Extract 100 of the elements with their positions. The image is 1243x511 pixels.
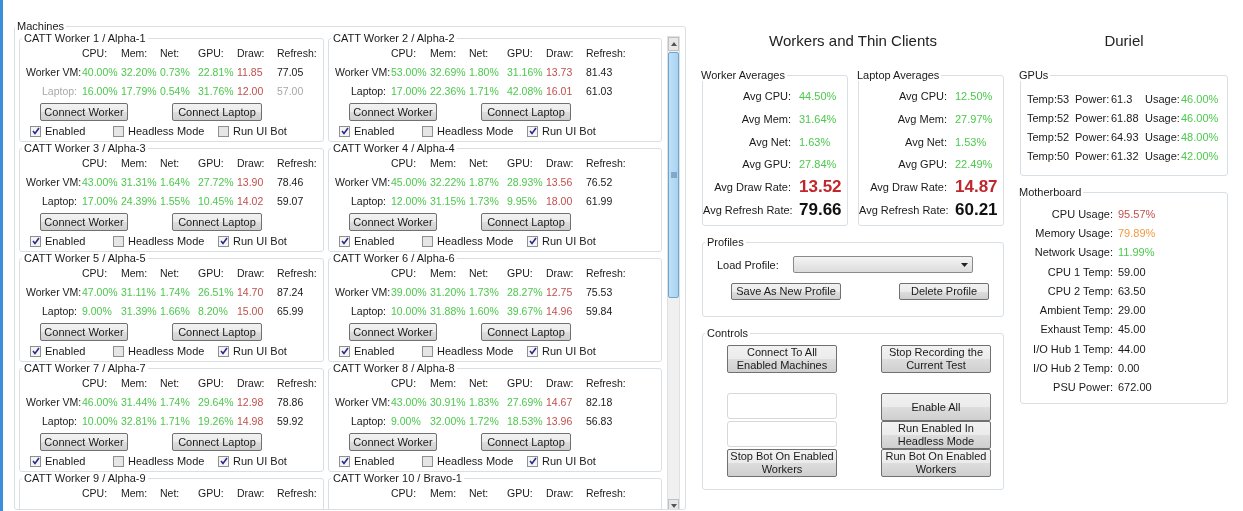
checkbox-square[interactable] xyxy=(113,455,124,467)
checkbox-square[interactable] xyxy=(30,345,41,357)
stat-value: 10.45% xyxy=(198,194,235,209)
connect-button[interactable]: Connect Worker xyxy=(40,323,128,341)
column-header: Mem: xyxy=(121,46,149,61)
profile-button[interactable]: Save As New Profile xyxy=(731,283,841,301)
checkbox-square[interactable] xyxy=(218,235,229,247)
scroll-up-button[interactable] xyxy=(668,37,679,51)
stat-value: 12.98 xyxy=(237,395,265,410)
checkbox[interactable]: Enabled xyxy=(339,233,422,249)
control-button[interactable]: Run Bot On Enabled Workers xyxy=(881,449,991,478)
connect-button[interactable]: Connect Worker xyxy=(349,103,437,121)
control-button[interactable]: Stop Recording the Current Test xyxy=(881,345,991,374)
stat-value: 1.64% xyxy=(160,175,191,190)
checkbox[interactable]: Headless Mode xyxy=(422,233,527,249)
connect-button[interactable]: Connect Worker xyxy=(349,213,437,231)
column-header: CPU: xyxy=(391,266,418,281)
checkbox-square[interactable] xyxy=(30,455,41,467)
checkbox-square[interactable] xyxy=(339,455,350,467)
column-header: Draw: xyxy=(546,266,575,281)
checkbox-square[interactable] xyxy=(218,345,229,357)
control-button[interactable]: Connect To All Enabled Machines xyxy=(727,345,837,374)
checkbox[interactable]: Run UI Bot xyxy=(218,123,318,139)
checkbox-square[interactable] xyxy=(30,125,41,137)
connect-button[interactable]: Connect Worker xyxy=(349,433,437,451)
column-header: Refresh: xyxy=(277,46,318,61)
checkbox[interactable]: Run UI Bot xyxy=(527,453,627,469)
checkbox[interactable]: Run UI Bot xyxy=(527,343,627,359)
scrollbar[interactable] xyxy=(667,36,680,509)
worker-title: CATT Worker 1 / Alpha-1 xyxy=(23,32,147,44)
connect-button[interactable]: Connect Laptop xyxy=(172,213,262,231)
connect-button[interactable]: Connect Laptop xyxy=(172,433,262,451)
average-label: Avg Draw Rate: xyxy=(869,181,947,194)
checkbox-square[interactable] xyxy=(527,345,538,357)
connect-button[interactable]: Connect Laptop xyxy=(172,103,262,121)
checkbox[interactable]: Headless Mode xyxy=(422,123,527,139)
connect-button[interactable]: Connect Laptop xyxy=(481,103,571,121)
connect-button[interactable]: Connect Laptop xyxy=(172,323,262,341)
checkbox[interactable]: Headless Mode xyxy=(113,233,218,249)
connect-button[interactable]: Connect Worker xyxy=(40,213,128,231)
connect-button[interactable]: Connect Laptop xyxy=(481,213,571,231)
scroll-down-button[interactable] xyxy=(668,499,679,509)
checkbox[interactable]: Headless Mode xyxy=(113,453,218,469)
stat-value: 14.96 xyxy=(546,304,574,319)
stat-value: 31.20% xyxy=(430,285,467,300)
checkbox-square[interactable] xyxy=(113,345,124,357)
checkbox-square[interactable] xyxy=(527,455,538,467)
control-button[interactable]: Stop Bot On Enabled Workers xyxy=(727,449,837,478)
stat-value: 75.53 xyxy=(586,285,614,300)
checkbox[interactable]: Run UI Bot xyxy=(218,233,318,249)
connect-button[interactable]: Connect Laptop xyxy=(481,433,571,451)
average-value: 22.49% xyxy=(955,158,994,171)
row-label: Worker VM: xyxy=(26,395,82,410)
checkbox[interactable]: Headless Mode xyxy=(422,343,527,359)
checkbox[interactable]: Run UI Bot xyxy=(218,453,318,469)
checkbox[interactable]: Headless Mode xyxy=(113,343,218,359)
worker-title: CATT Worker 6 / Alpha-6 xyxy=(332,252,456,264)
stat-value: 56.83 xyxy=(586,414,614,429)
checkbox[interactable]: Run UI Bot xyxy=(527,123,627,139)
profile-button[interactable]: Delete Profile xyxy=(899,283,989,301)
checkbox-square[interactable] xyxy=(339,125,350,137)
checkbox-square[interactable] xyxy=(422,345,433,357)
checkbox-square[interactable] xyxy=(339,235,350,247)
checkbox-square[interactable] xyxy=(218,125,229,137)
checkbox-square[interactable] xyxy=(422,455,433,467)
connect-button[interactable]: Connect Worker xyxy=(349,323,437,341)
checkbox-square[interactable] xyxy=(339,345,350,357)
checkbox[interactable]: Run UI Bot xyxy=(527,233,627,249)
checkbox[interactable]: Headless Mode xyxy=(422,453,527,469)
checkbox[interactable]: Enabled xyxy=(30,343,113,359)
connect-button[interactable]: Connect Laptop xyxy=(481,323,571,341)
checkbox-square[interactable] xyxy=(113,125,124,137)
checkbox[interactable]: Enabled xyxy=(30,453,113,469)
metric-value: 672.00 xyxy=(1118,381,1153,394)
stat-value: 1.72% xyxy=(469,414,500,429)
checkbox-square[interactable] xyxy=(527,235,538,247)
checkbox-square[interactable] xyxy=(113,235,124,247)
input-field[interactable] xyxy=(727,393,837,420)
control-button[interactable]: Enable All xyxy=(881,393,991,422)
checkbox[interactable]: Run UI Bot xyxy=(218,343,318,359)
connect-button[interactable]: Connect Worker xyxy=(40,433,128,451)
input-field[interactable] xyxy=(727,421,837,448)
checkbox-square[interactable] xyxy=(422,125,433,137)
connect-button[interactable]: Connect Worker xyxy=(40,103,128,121)
checkbox[interactable]: Headless Mode xyxy=(113,123,218,139)
checkbox-square[interactable] xyxy=(527,125,538,137)
scrollbar-thumb[interactable] xyxy=(668,52,679,298)
average-label: Avg Net: xyxy=(748,135,791,148)
stat-value: 47.00% xyxy=(82,285,119,300)
checkbox[interactable]: Enabled xyxy=(30,123,113,139)
usage-value: 42.00% xyxy=(1181,149,1220,162)
checkbox[interactable]: Enabled xyxy=(30,233,113,249)
checkbox-square[interactable] xyxy=(218,455,229,467)
checkbox[interactable]: Enabled xyxy=(339,343,422,359)
control-button[interactable]: Run Enabled In Headless Mode xyxy=(881,421,991,450)
checkbox-square[interactable] xyxy=(422,235,433,247)
profile-dropdown[interactable] xyxy=(792,256,973,274)
checkbox[interactable]: Enabled xyxy=(339,453,422,469)
checkbox-square[interactable] xyxy=(30,235,41,247)
checkbox[interactable]: Enabled xyxy=(339,123,422,139)
